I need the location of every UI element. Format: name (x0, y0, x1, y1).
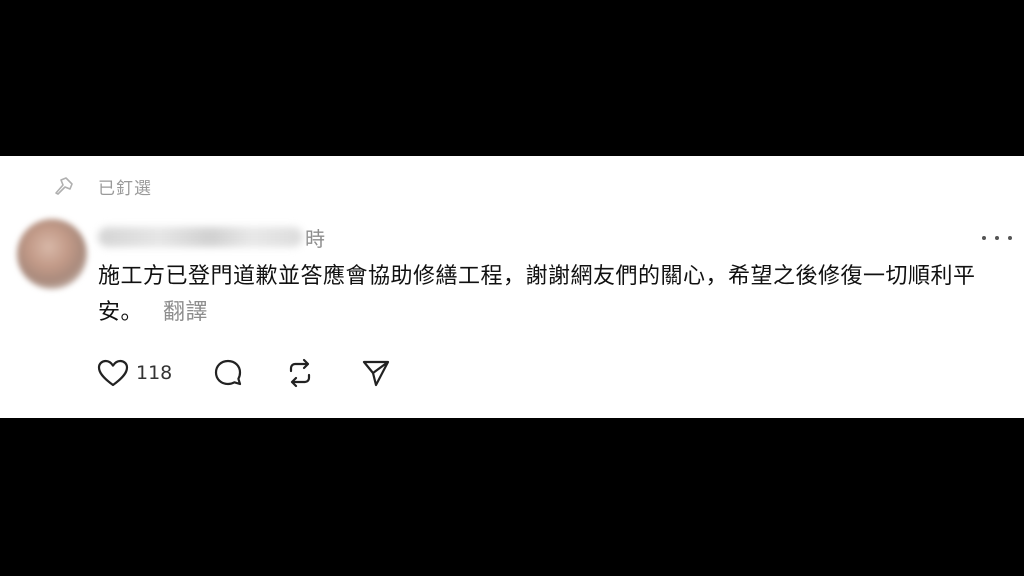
action-bar: 118 (96, 355, 392, 391)
pinned-label: 已釘選 (98, 178, 152, 199)
more-options-button[interactable] (982, 228, 1012, 248)
like-count: 118 (136, 362, 173, 384)
reply-button[interactable] (212, 357, 244, 389)
post-text: 施工方已登門道歉並答應會協助修繕工程，謝謝網友們的關心，希望之後修復一切順利平安… (98, 264, 976, 325)
pin-icon (55, 177, 73, 195)
comment-icon (215, 359, 242, 386)
heart-icon (97, 359, 129, 387)
timestamp: 時 (305, 226, 325, 251)
translate-link[interactable]: 翻譯 (163, 300, 208, 325)
share-button[interactable] (360, 357, 392, 389)
post-body: 施工方已登門道歉並答應會協助修繕工程，謝謝網友們的關心，希望之後修復一切順利平安… (98, 259, 998, 331)
pinned-indicator: 已釘選 (52, 173, 152, 199)
send-icon (363, 360, 390, 387)
author-row: 時 (98, 222, 325, 252)
author-name-blurred[interactable] (98, 227, 303, 247)
post-card: 已釘選 時 施工方已登門道歉並答應會協助修繕工程，謝謝網友們的關心，希望之後修復… (0, 156, 1024, 418)
more-icon-dot (995, 236, 999, 240)
more-icon-dot (1008, 236, 1012, 240)
repost-button[interactable] (284, 357, 316, 389)
more-icon (982, 236, 986, 240)
video-frame: 已釘選 時 施工方已登門道歉並答應會協助修繕工程，謝謝網友們的關心，希望之後修復… (0, 0, 1024, 576)
repost-icon (290, 358, 311, 388)
like-button[interactable]: 118 (96, 358, 172, 388)
avatar[interactable] (17, 219, 87, 289)
